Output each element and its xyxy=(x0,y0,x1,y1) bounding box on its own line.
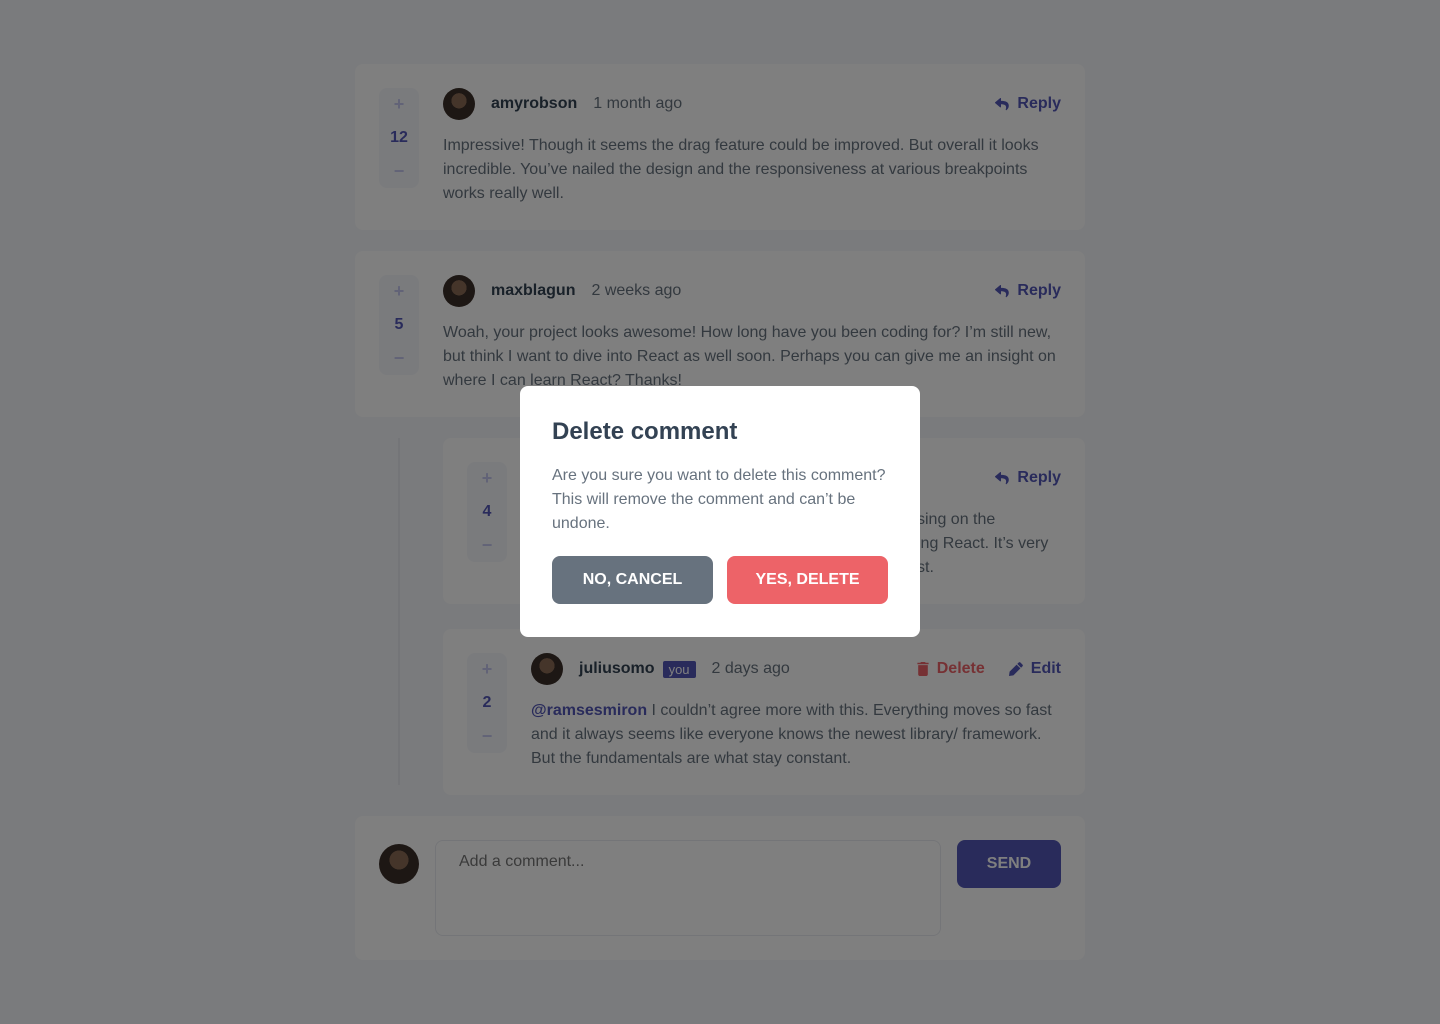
delete-modal: Delete comment Are you sure you want to … xyxy=(520,386,920,637)
cancel-button[interactable]: NO, CANCEL xyxy=(552,556,713,604)
modal-text: Are you sure you want to delete this com… xyxy=(552,467,886,532)
modal-title: Delete comment xyxy=(552,418,738,445)
confirm-delete-button[interactable]: YES, DELETE xyxy=(727,556,888,604)
